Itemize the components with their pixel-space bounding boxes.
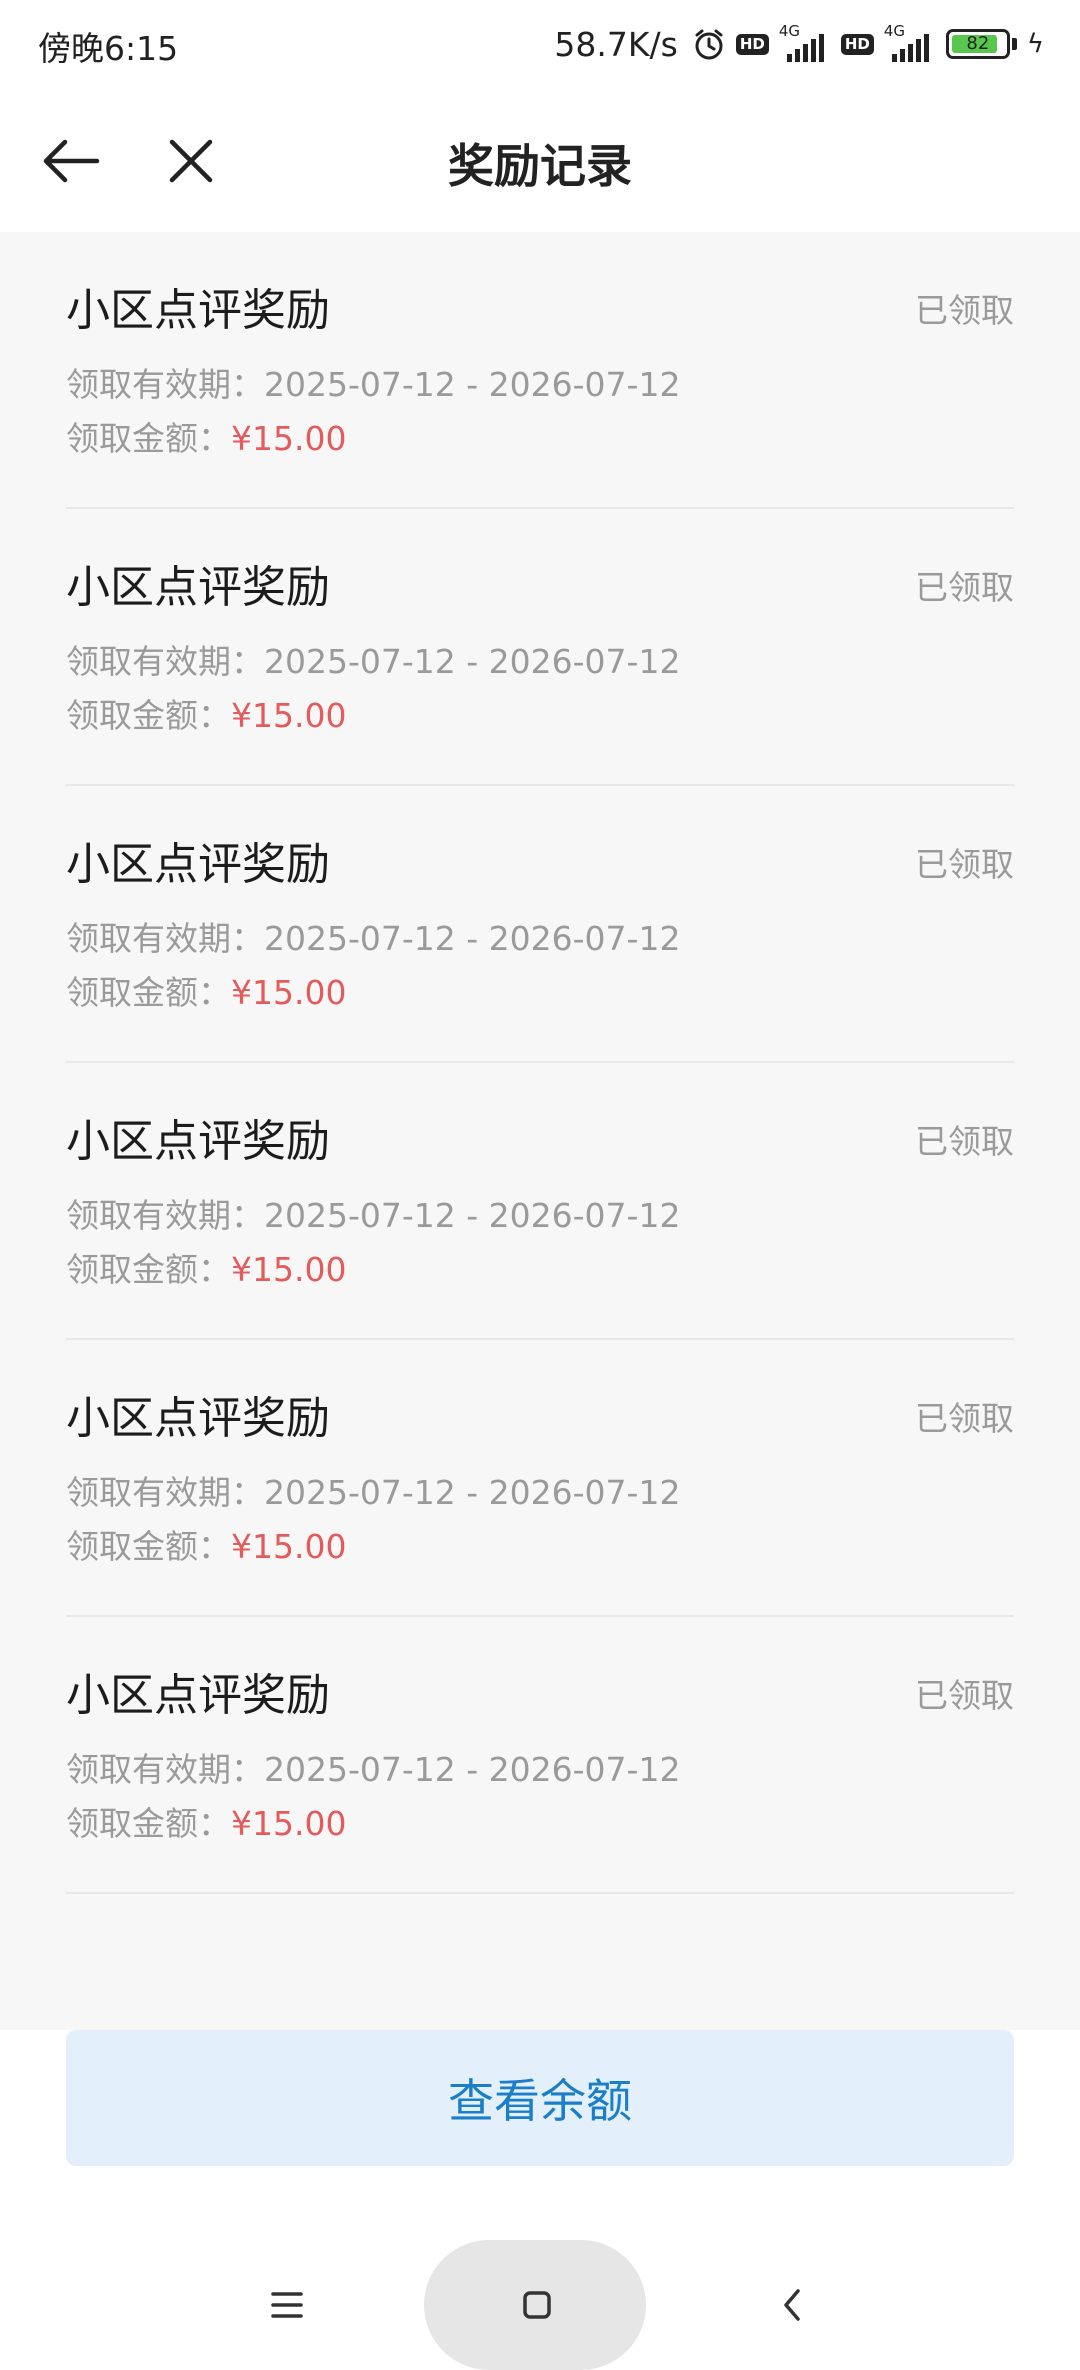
amount-label: 领取金额： — [66, 419, 231, 458]
period-label: 领取有效期： — [66, 1750, 264, 1789]
amount-value: ¥15.00 — [231, 1804, 347, 1843]
period-value: 2025-07-12 - 2026-07-12 — [264, 1473, 681, 1512]
hd-badge-sim1: HD — [735, 33, 769, 55]
reward-record-list[interactable]: 小区点评奖励 已领取 领取有效期：2025-07-12 - 2026-07-12… — [0, 232, 1080, 2030]
battery-level: 82 — [966, 33, 990, 54]
net-speed: 58.7K/s — [554, 24, 678, 64]
record-amount: 领取金额：¥15.00 — [66, 1243, 346, 1291]
system-nav-bar — [0, 2210, 1080, 2370]
record-period: 领取有效期：2025-07-12 - 2026-07-12 — [66, 1466, 680, 1514]
view-balance-button[interactable]: 查看余额 — [66, 2030, 1014, 2166]
menu-icon — [271, 2292, 303, 2318]
top-app-bar: 奖励记录 — [0, 90, 1080, 232]
record-status: 已领取 — [915, 1399, 1014, 1438]
bottom-area: 查看余额 — [0, 2030, 1080, 2370]
period-label: 领取有效期： — [66, 642, 264, 681]
amount-label: 领取金额： — [66, 1527, 231, 1566]
record-item[interactable]: 小区点评奖励 已领取 领取有效期：2025-07-12 - 2026-07-12… — [66, 509, 1014, 786]
record-name: 小区点评奖励 — [66, 285, 330, 336]
record-period: 领取有效期：2025-07-12 - 2026-07-12 — [66, 358, 680, 406]
record-period: 领取有效期：2025-07-12 - 2026-07-12 — [66, 1189, 680, 1237]
status-icons: 58.7K/s HD 4G HD 4G 82 ϟ — [554, 18, 1044, 70]
amount-label: 领取金额： — [66, 1250, 231, 1289]
alarm-icon — [692, 27, 726, 61]
record-name: 小区点评奖励 — [66, 1670, 330, 1721]
record-status: 已领取 — [915, 291, 1014, 330]
record-item[interactable]: 小区点评奖励 已领取 领取有效期：2025-07-12 - 2026-07-12… — [66, 1340, 1014, 1617]
battery-tip — [1011, 38, 1017, 50]
record-item[interactable]: 小区点评奖励 已领取 领取有效期：2025-07-12 - 2026-07-12… — [66, 786, 1014, 1063]
record-amount: 领取金额：¥15.00 — [66, 966, 346, 1014]
period-value: 2025-07-12 - 2026-07-12 — [264, 365, 681, 404]
period-label: 领取有效期： — [66, 1196, 264, 1235]
period-value: 2025-07-12 - 2026-07-12 — [264, 919, 681, 958]
record-amount: 领取金额：¥15.00 — [66, 689, 346, 737]
record-amount: 领取金额：¥15.00 — [66, 1520, 346, 1568]
amount-label: 领取金额： — [66, 696, 231, 735]
period-value: 2025-07-12 - 2026-07-12 — [264, 642, 681, 681]
record-item[interactable]: 小区点评奖励 已领取 领取有效期：2025-07-12 - 2026-07-12… — [66, 232, 1014, 509]
record-item[interactable]: 小区点评奖励 已领取 领取有效期：2025-07-12 - 2026-07-12… — [66, 1063, 1014, 1340]
record-item[interactable]: 小区点评奖励 已领取 领取有效期：2025-07-12 - 2026-07-12… — [66, 1617, 1014, 1894]
signal-icon-sim1: 4G — [779, 22, 831, 64]
record-status: 已领取 — [915, 1676, 1014, 1715]
record-name: 小区点评奖励 — [66, 562, 330, 613]
period-value: 2025-07-12 - 2026-07-12 — [264, 1750, 681, 1789]
record-status: 已领取 — [915, 845, 1014, 884]
nav-back-button[interactable] — [768, 2280, 818, 2330]
record-amount: 领取金额：¥15.00 — [66, 1797, 346, 1845]
record-status: 已领取 — [915, 568, 1014, 607]
chevron-left-icon — [784, 2289, 800, 2321]
record-name: 小区点评奖励 — [66, 1116, 330, 1167]
amount-value: ¥15.00 — [231, 696, 347, 735]
period-label: 领取有效期： — [66, 1473, 264, 1512]
record-amount: 领取金额：¥15.00 — [66, 412, 346, 460]
record-name: 小区点评奖励 — [66, 1393, 330, 1444]
amount-label: 领取金额： — [66, 1804, 231, 1843]
period-value: 2025-07-12 - 2026-07-12 — [264, 1196, 681, 1235]
amount-value: ¥15.00 — [231, 419, 347, 458]
amount-value: ¥15.00 — [231, 1527, 347, 1566]
charging-icon: ϟ — [1026, 29, 1044, 59]
menu-button[interactable] — [262, 2280, 312, 2330]
page-title: 奖励记录 — [448, 139, 632, 193]
record-period: 领取有效期：2025-07-12 - 2026-07-12 — [66, 635, 680, 683]
status-bar: 傍晚6:15 58.7K/s HD 4G HD 4G 82 ϟ — [0, 0, 1080, 90]
signal-icon-sim2: 4G — [884, 22, 936, 64]
amount-label: 领取金额： — [66, 973, 231, 1012]
period-label: 领取有效期： — [66, 365, 264, 404]
home-square-icon — [512, 2280, 562, 2330]
period-label: 领取有效期： — [66, 919, 264, 958]
battery-icon: 82 — [945, 29, 1010, 59]
amount-value: ¥15.00 — [231, 1250, 347, 1289]
hd-badge-sim2: HD — [840, 33, 874, 55]
record-status: 已领取 — [915, 1122, 1014, 1161]
record-period: 领取有效期：2025-07-12 - 2026-07-12 — [66, 912, 680, 960]
record-period: 领取有效期：2025-07-12 - 2026-07-12 — [66, 1743, 680, 1791]
amount-value: ¥15.00 — [231, 973, 347, 1012]
record-name: 小区点评奖励 — [66, 839, 330, 890]
status-time: 傍晚6:15 — [38, 29, 179, 68]
